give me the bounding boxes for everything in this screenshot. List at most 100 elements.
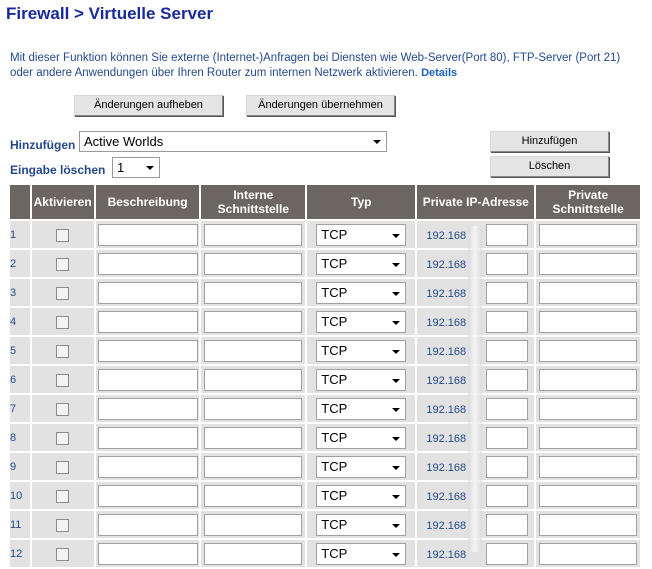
delete-button[interactable]: Löschen <box>490 156 609 177</box>
enable-checkbox[interactable] <box>56 460 70 474</box>
description-input[interactable] <box>97 484 198 507</box>
table-row: 9 TCP 192.168 <box>10 453 640 482</box>
private-port-input[interactable] <box>539 484 638 507</box>
description-input[interactable] <box>97 513 198 536</box>
internal-port-input[interactable] <box>204 339 303 362</box>
ip-last-octet-input[interactable] <box>486 311 529 333</box>
chevron-down-icon <box>373 140 381 144</box>
private-port-input[interactable] <box>539 310 638 333</box>
enable-checkbox[interactable] <box>56 315 70 329</box>
ip-last-octet-input[interactable] <box>486 456 529 478</box>
enable-checkbox[interactable] <box>56 344 70 358</box>
delete-entry-select[interactable]: 1 <box>112 157 160 178</box>
ip-last-octet-input[interactable] <box>486 282 529 304</box>
private-port-cell <box>536 540 640 569</box>
private-ip-cell: 192.168 <box>417 453 535 482</box>
type-value: TCP <box>321 429 348 445</box>
internal-port-input[interactable] <box>204 310 303 333</box>
ip-last-octet-input[interactable] <box>486 398 529 420</box>
internal-port-cell <box>201 424 306 453</box>
private-port-input[interactable] <box>539 339 638 362</box>
description-input[interactable] <box>97 426 198 449</box>
internal-port-input[interactable] <box>204 484 303 507</box>
description-input[interactable] <box>97 397 198 420</box>
type-select[interactable]: TCP <box>316 281 407 304</box>
private-port-input[interactable] <box>539 223 638 246</box>
type-select[interactable]: TCP <box>316 513 407 536</box>
ip-last-octet-input[interactable] <box>486 427 529 449</box>
internal-port-input[interactable] <box>204 252 303 275</box>
description-input[interactable] <box>97 223 198 246</box>
type-select[interactable]: TCP <box>316 368 407 391</box>
enable-checkbox[interactable] <box>56 489 70 503</box>
type-select[interactable]: TCP <box>316 339 407 362</box>
type-select[interactable]: TCP <box>316 223 407 246</box>
private-port-input[interactable] <box>539 513 638 536</box>
private-port-input[interactable] <box>539 397 638 420</box>
clear-changes-button[interactable]: Änderungen aufheben <box>74 95 223 116</box>
type-cell: TCP <box>307 337 416 366</box>
add-service-value: Active Worlds <box>84 134 164 149</box>
ip-last-octet-input[interactable] <box>486 253 529 275</box>
type-select[interactable]: TCP <box>316 455 407 478</box>
private-port-input[interactable] <box>539 426 638 449</box>
enable-checkbox[interactable] <box>56 518 70 532</box>
private-port-input[interactable] <box>539 252 638 275</box>
apply-changes-button[interactable]: Änderungen übernehmen <box>246 95 395 116</box>
internal-port-input[interactable] <box>204 281 303 304</box>
ip-prefix: 192.168 <box>426 433 467 445</box>
header-private-ip: Private IP-Adresse <box>417 185 535 221</box>
type-select[interactable]: TCP <box>316 484 407 507</box>
description-input[interactable] <box>97 455 198 478</box>
type-cell: TCP <box>307 250 416 279</box>
internal-port-input[interactable] <box>204 513 303 536</box>
chevron-down-icon <box>392 552 401 557</box>
private-port-input[interactable] <box>539 542 638 565</box>
description-input[interactable] <box>97 310 198 333</box>
private-port-input[interactable] <box>539 455 638 478</box>
description-input[interactable] <box>97 368 198 391</box>
ip-last-octet-input[interactable] <box>486 224 529 246</box>
add-button[interactable]: Hinzufügen <box>490 131 609 152</box>
type-cell: TCP <box>307 279 416 308</box>
type-select[interactable]: TCP <box>316 252 407 275</box>
internal-port-input[interactable] <box>204 426 303 449</box>
enable-cell <box>31 366 94 395</box>
ip-last-octet-input[interactable] <box>486 485 529 507</box>
description-input[interactable] <box>97 542 198 565</box>
internal-port-input[interactable] <box>204 455 303 478</box>
type-value: TCP <box>321 371 348 387</box>
enable-checkbox[interactable] <box>56 373 70 387</box>
internal-port-input[interactable] <box>204 223 303 246</box>
private-port-input[interactable] <box>539 281 638 304</box>
type-select[interactable]: TCP <box>316 397 407 420</box>
internal-port-input[interactable] <box>204 368 303 391</box>
enable-checkbox[interactable] <box>56 257 70 271</box>
ip-last-octet-input[interactable] <box>486 340 529 362</box>
description-input[interactable] <box>97 252 198 275</box>
ip-last-octet-input[interactable] <box>486 514 529 536</box>
description-input[interactable] <box>97 339 198 362</box>
private-port-input[interactable] <box>539 368 638 391</box>
ip-last-octet-input[interactable] <box>486 543 529 565</box>
header-type: Typ <box>307 185 416 221</box>
ip-last-octet-input[interactable] <box>486 369 529 391</box>
description-input[interactable] <box>97 281 198 304</box>
enable-checkbox[interactable] <box>56 286 70 300</box>
internal-port-input[interactable] <box>204 542 303 565</box>
private-port-cell <box>536 366 640 395</box>
internal-port-input[interactable] <box>204 397 303 420</box>
type-select[interactable]: TCP <box>316 310 407 333</box>
chevron-down-icon <box>392 320 401 325</box>
details-link[interactable]: Details <box>421 67 457 79</box>
enable-checkbox[interactable] <box>56 431 70 445</box>
add-service-select[interactable]: Active Worlds <box>79 131 387 152</box>
chevron-down-icon <box>392 523 401 528</box>
type-select[interactable]: TCP <box>316 542 407 565</box>
enable-checkbox[interactable] <box>56 547 70 561</box>
enable-checkbox[interactable] <box>56 402 70 416</box>
type-select[interactable]: TCP <box>316 426 407 449</box>
enable-checkbox[interactable] <box>56 228 70 242</box>
private-port-cell <box>536 511 640 540</box>
enable-cell <box>31 337 94 366</box>
